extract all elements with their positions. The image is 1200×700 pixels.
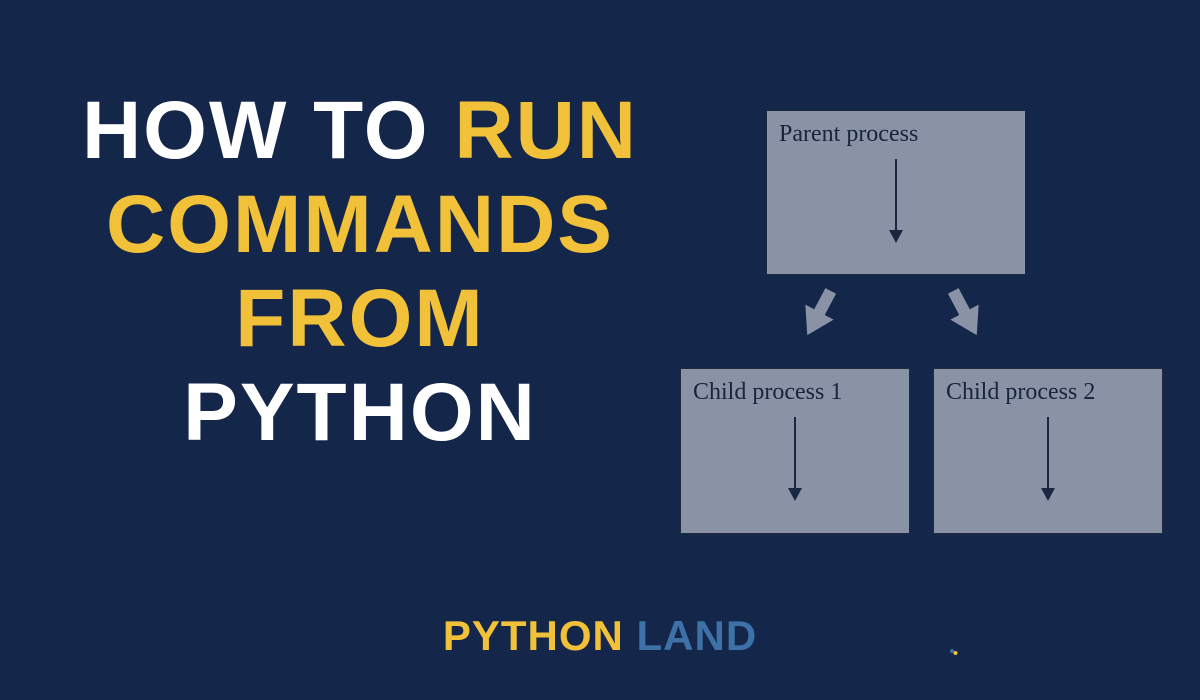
child-process-1-label: Child process 1 [693,379,842,405]
brand-wordmark: PYTHON LAND [0,612,1200,660]
headline-word: COMMANDS [106,178,614,272]
headline-word: TO [313,84,429,178]
parent-process-label: Parent process [779,121,918,147]
arrow-to-child2-icon [945,287,984,340]
parent-process-box: Parent process [766,110,1026,275]
python-logo-icon [950,648,956,654]
headline-word: FROM [235,272,484,366]
headline-word: RUN [454,84,638,178]
arrow-to-child1-icon [799,287,838,340]
brand-word-2: LAND [637,612,758,659]
brand-word-1: PYTHON [443,612,624,659]
child-process-1-box: Child process 1 [680,368,910,534]
headline-word: PYTHON [183,366,537,460]
arrow-down-icon [895,159,897,241]
arrow-down-icon [1047,417,1049,499]
headline-title: HOW TO RUN COMMANDS FROM PYTHON [70,84,650,460]
headline-word: HOW [82,84,288,178]
arrow-down-icon [794,417,796,499]
process-diagram: Parent process Child process 1 Child pro… [680,110,1180,540]
child-process-2-label: Child process 2 [946,379,1095,405]
child-process-2-box: Child process 2 [933,368,1163,534]
